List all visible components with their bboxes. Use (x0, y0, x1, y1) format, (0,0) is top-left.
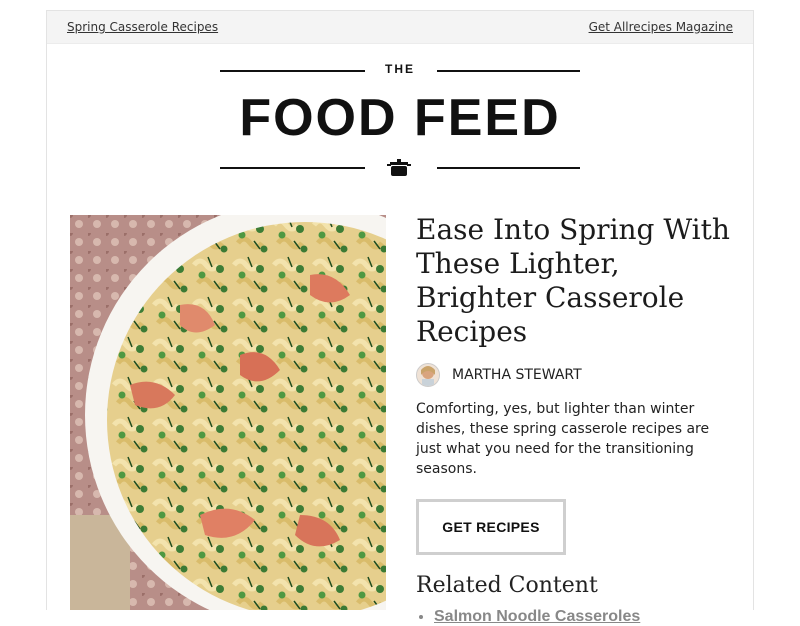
article-description: Comforting, yes, but lighter than winter… (416, 401, 710, 477)
casserole-photo[interactable] (70, 215, 386, 610)
food-feed-logo[interactable]: THE FOOD FEED (47, 58, 753, 188)
email-frame: Spring Casserole Recipes Get Allrecipes … (46, 10, 754, 625)
logo-main-text: FOOD FEED (239, 89, 561, 147)
top-bar: Spring Casserole Recipes Get Allrecipes … (47, 10, 753, 44)
author-avatar (416, 363, 440, 387)
logo-the: THE (385, 62, 415, 76)
related-item-salmon-noodle[interactable]: Salmon Noodle Casseroles (434, 608, 736, 626)
get-recipes-button[interactable]: GET RECIPES (416, 499, 566, 555)
spring-casserole-link[interactable]: Spring Casserole Recipes (67, 20, 218, 34)
logo-rule (437, 167, 580, 169)
article-headline[interactable]: Ease Into Spring With These Lighter, Bri… (416, 213, 736, 349)
magazine-link[interactable]: Get Allrecipes Magazine (589, 20, 733, 34)
article-content: Ease Into Spring With These Lighter, Bri… (416, 213, 736, 626)
related-content-heading: Related Content (416, 573, 598, 598)
author-row: MARTHA STEWART (416, 361, 736, 389)
related-list: Salmon Noodle Casseroles (416, 608, 736, 626)
logo-rule (220, 167, 365, 169)
pot-icon (387, 159, 411, 176)
author-name: MARTHA STEWART (452, 367, 582, 383)
